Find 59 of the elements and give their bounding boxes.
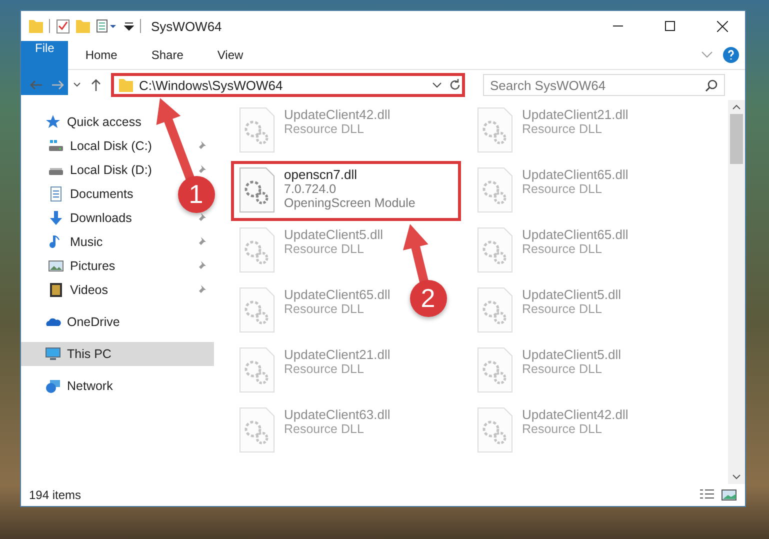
dropdown-icon[interactable] — [124, 21, 134, 31]
item-count: 194 items — [29, 488, 82, 502]
dll-file-icon — [476, 347, 514, 393]
sidebar-item[interactable]: Music — [21, 230, 166, 254]
up-arrow-icon[interactable] — [89, 78, 103, 92]
address-bar[interactable]: C:\Windows\SysWOW64 — [111, 73, 465, 97]
dll-file-icon — [476, 167, 514, 213]
scroll-up-icon[interactable] — [732, 104, 741, 110]
recent-dropdown-icon[interactable] — [73, 82, 81, 88]
scrollbar[interactable] — [728, 100, 745, 484]
star-icon — [45, 114, 61, 130]
dll-file-icon — [476, 407, 514, 453]
refresh-icon[interactable] — [448, 78, 462, 92]
sidebar-item[interactable]: Local Disk (D:) — [21, 158, 166, 182]
sidebar-item[interactable]: Documents — [21, 182, 166, 206]
drive-windows-icon — [48, 138, 64, 154]
help-icon[interactable] — [723, 47, 739, 63]
sidebar-item[interactable]: Local Disk (C:) — [21, 134, 166, 158]
ribbon-tab[interactable]: View — [200, 41, 260, 69]
dll-file-icon — [238, 407, 276, 453]
dll-file-icon — [476, 227, 514, 273]
documents-icon — [48, 186, 64, 202]
properties-icon[interactable] — [56, 18, 70, 34]
videos-icon — [48, 282, 64, 298]
dll-file-icon — [238, 227, 276, 273]
large-icons-view-icon[interactable] — [721, 489, 737, 501]
ribbon-tab[interactable]: Share — [134, 41, 200, 69]
sidebar-item[interactable]: Quick access — [21, 110, 214, 134]
dll-file-icon — [476, 287, 514, 333]
close-icon — [716, 20, 728, 32]
sidebar-item[interactable]: OneDrive — [21, 310, 214, 334]
scroll-down-icon[interactable] — [732, 474, 741, 480]
scroll-thumb[interactable] — [730, 114, 743, 164]
ribbon-tab[interactable]: File — [21, 41, 68, 95]
window-title: SysWOW64 — [151, 18, 223, 34]
pictures-icon — [48, 258, 64, 274]
maximize-icon — [665, 21, 675, 31]
sidebar-item[interactable]: Downloads — [21, 206, 166, 230]
customize-icon[interactable] — [96, 18, 118, 34]
chevron-down-icon[interactable] — [432, 82, 442, 88]
sidebar-item[interactable]: Pictures — [21, 254, 166, 278]
dll-file-icon — [238, 107, 276, 153]
downloads-icon — [48, 210, 64, 226]
forward-arrow-icon[interactable] — [51, 78, 65, 92]
folder-icon — [119, 77, 133, 93]
dll-file-icon — [238, 287, 276, 333]
sidebar-item[interactable]: This PC — [21, 342, 214, 366]
search-field[interactable]: Search SysWOW64 — [483, 74, 725, 96]
dll-file-icon — [238, 167, 276, 213]
sidebar-item[interactable]: Videos — [21, 278, 166, 302]
file-item[interactable]: openscn7.dll 7.0.724.0 OpeningScreen Module — [234, 164, 458, 218]
sidebar-item[interactable]: Network — [21, 374, 214, 398]
dll-file-icon — [476, 107, 514, 153]
network-icon — [45, 378, 61, 394]
pc-icon — [45, 346, 61, 362]
details-view-icon[interactable] — [699, 489, 715, 501]
ribbon-tab[interactable]: Home — [68, 41, 134, 69]
search-icon — [705, 79, 718, 92]
dll-file-icon — [238, 347, 276, 393]
